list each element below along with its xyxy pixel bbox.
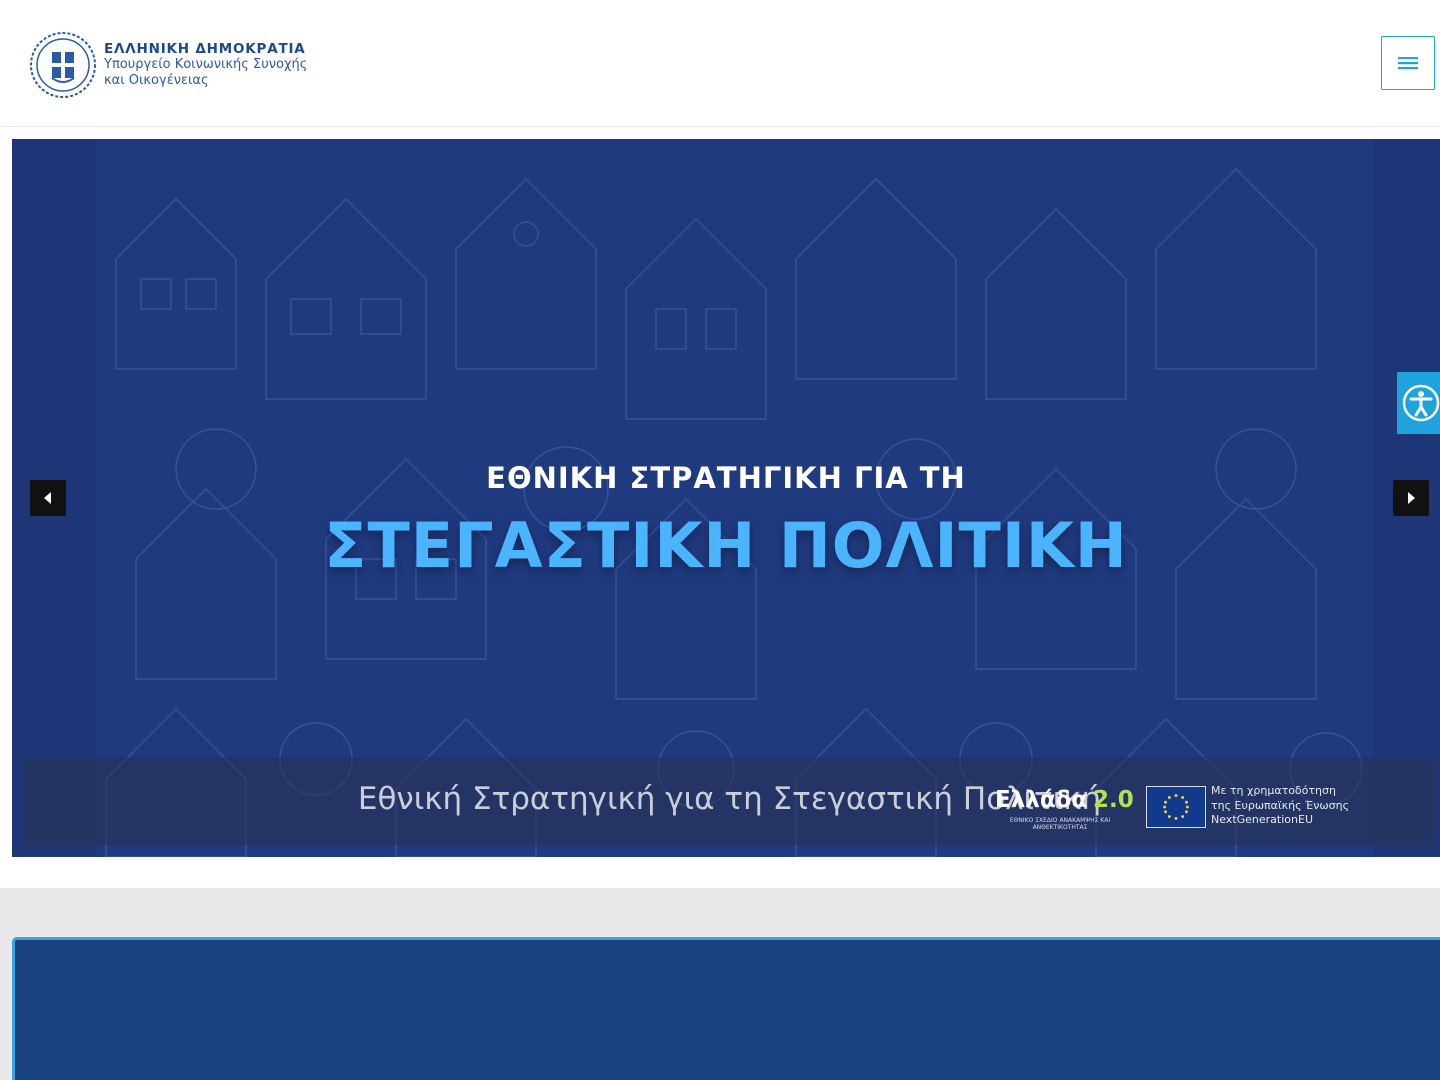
eu-text-line2: της Ευρωπαϊκής Ένωσης — [1211, 798, 1350, 812]
greece-logo-subtext: ΕΘΝΙΚΟ ΣΧΕΔΙΟ ΑΝΑΚΑΜΨΗΣ ΚΑΙ ΑΝΘΕΚΤΙΚΟΤΗΤ… — [1009, 817, 1111, 832]
ministry-logo[interactable]: ΕΛΛΗΝΙΚΗ ΔΗΜΟΚΡΑΤΙΑ Υπουργείο Κοινωνικής… — [28, 30, 307, 100]
accessibility-icon — [1402, 384, 1440, 422]
greece-logo-number: 2.0 — [1093, 787, 1134, 813]
content-panel — [12, 937, 1440, 1080]
slider-prev-button[interactable] — [30, 480, 66, 516]
eu-flag-icon — [1146, 786, 1206, 828]
brand-ministry-line2: και Οικογένειας — [104, 73, 209, 89]
greek-emblem-icon — [30, 32, 96, 98]
houses-pattern — [105, 168, 1363, 857]
greece-2-0-logo: Ελλάδα 2.0 ΕΘΝΙΚΟ ΣΧΕΔΙΟ ΑΝΑΚΑΜΨΗΣ ΚΑΙ Α… — [995, 787, 1145, 833]
slider-next-button[interactable] — [1393, 480, 1429, 516]
hero-title: ΣΤΕΓΑΣΤΙΚΗ ΠΟΛΙΤΙΚΗ — [324, 509, 1128, 582]
caret-right-icon — [1408, 492, 1415, 504]
greece-logo-word: Ελλάδα — [995, 787, 1088, 813]
eu-text-line1: Με τη χρηματοδότηση — [1211, 784, 1336, 797]
accessibility-button[interactable] — [1397, 372, 1440, 434]
eu-funding-text: Με τη χρηματοδότηση της Ευρωπαϊκής Ένωση… — [1211, 784, 1349, 828]
hero-subtitle: ΕΘΝΙΚΗ ΣΤΡΑΤΗΓΙΚΗ ΓΙΑ ΤΗ — [486, 461, 966, 495]
hamburger-icon — [1398, 57, 1418, 70]
hero-slider: ΕΘΝΙΚΗ ΣΤΡΑΤΗΓΙΚΗ ΓΙΑ ΤΗ ΣΤΕΓΑΣΤΙΚΗ ΠΟΛΙ… — [12, 139, 1440, 857]
eu-text-line3: NextGenerationEU — [1211, 813, 1313, 827]
brand-ministry-line1: Υπουργείο Κοινωνικής Συνοχής — [104, 57, 308, 73]
brand-title: ΕΛΛΗΝΙΚΗ ΔΗΜΟΚΡΑΤΙΑ — [104, 40, 306, 57]
menu-button[interactable] — [1381, 36, 1435, 90]
site-header: ΕΛΛΗΝΙΚΗ ΔΗΜΟΚΡΑΤΙΑ Υπουργείο Κοινωνικής… — [0, 0, 1440, 127]
caret-left-icon — [44, 492, 51, 504]
